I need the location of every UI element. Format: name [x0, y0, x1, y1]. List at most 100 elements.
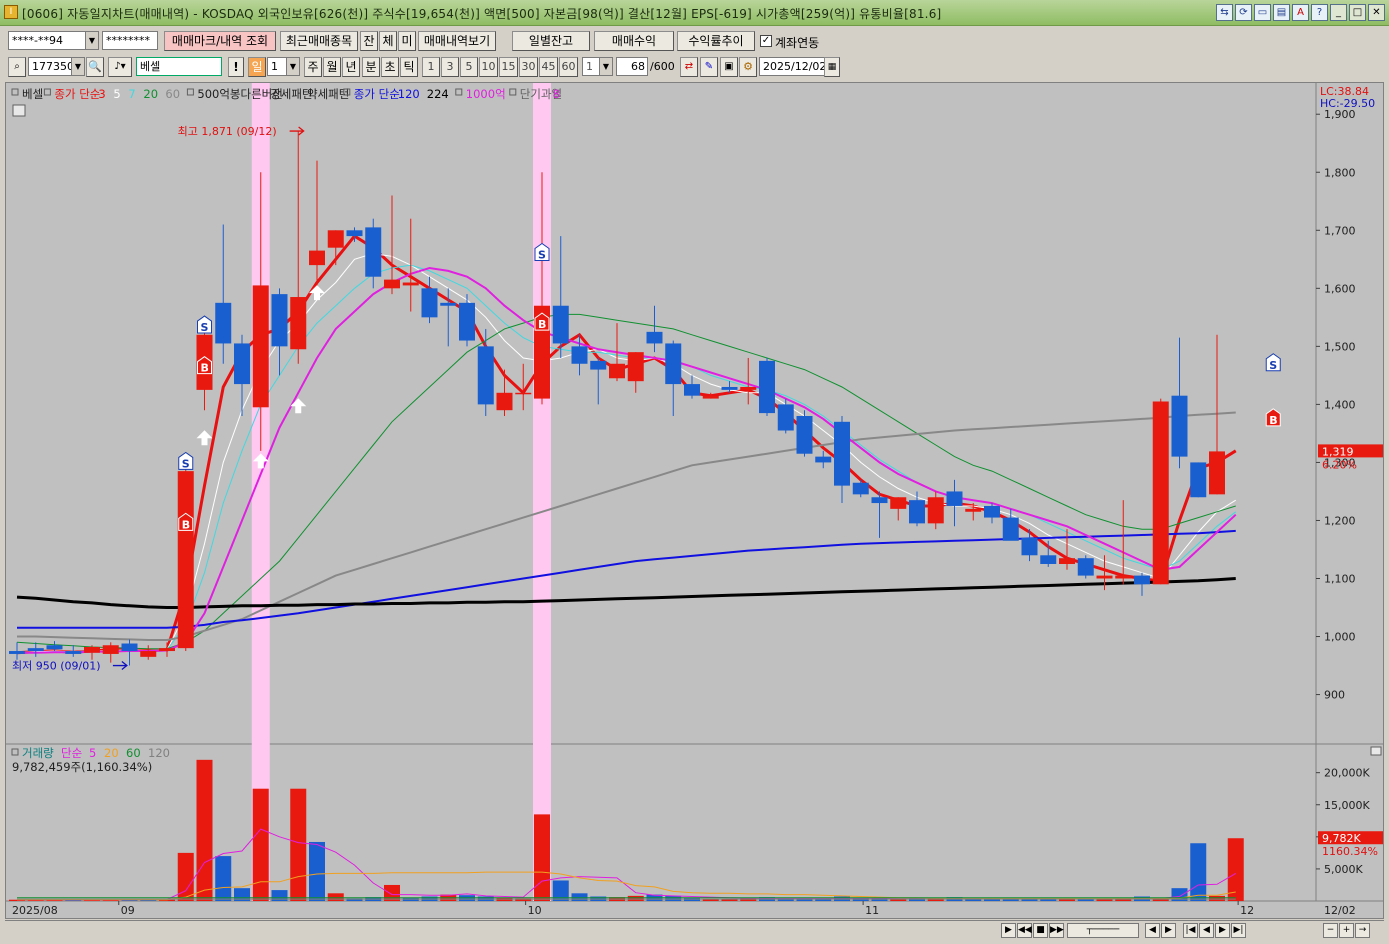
- period-month-button[interactable]: 월: [323, 57, 341, 77]
- unfilled-mi-button[interactable]: 미: [398, 31, 416, 51]
- trade-mark-button[interactable]: 매매마크/내역 조회: [164, 31, 276, 51]
- period-week-button[interactable]: 주: [304, 57, 322, 77]
- period-option-10[interactable]: 10: [479, 57, 498, 77]
- stop-icon[interactable]: ■: [1033, 923, 1048, 938]
- candle-42: [796, 410, 813, 457]
- volume-ma-label: 단순: [61, 746, 82, 760]
- candle-body-49: [927, 497, 944, 524]
- volume-title: 거래량: [22, 746, 54, 760]
- scroll-first-icon[interactable]: |◀: [1183, 923, 1198, 938]
- stock-name-field[interactable]: 베셀: [136, 57, 222, 76]
- period-year-button[interactable]: 년: [342, 57, 360, 77]
- title-bar: I [0606] 자동일지차트(매매내역) - KOSDAQ 외국인보유[626…: [0, 0, 1389, 26]
- candle-body-6: [121, 643, 138, 652]
- period-option-60[interactable]: 60: [559, 57, 578, 77]
- alert-icon[interactable]: !: [228, 57, 244, 77]
- scroll-next-icon[interactable]: ▶: [1215, 923, 1230, 938]
- link-account-checkbox[interactable]: ✓: [760, 35, 772, 47]
- stock-code-dropdown-icon[interactable]: ▼: [71, 57, 85, 76]
- candle-body-22: [421, 288, 438, 318]
- chart-area[interactable]: 1,900 1,800 1,700 1,600 1,500 1,400 1,300 1,200…: [5, 82, 1384, 919]
- layout-icon[interactable]: ▤: [1273, 4, 1290, 21]
- return-trend-button[interactable]: 수익률추이: [677, 31, 755, 51]
- candle-57: [1077, 555, 1094, 579]
- maximize-button[interactable]: □: [1349, 4, 1366, 21]
- chart-scrollbar[interactable]: ▶ ◀◀ ■ ▶▶ ┬───── ◀ ▶ |◀ ◀ ▶ ▶| − + →: [5, 920, 1384, 939]
- account-input[interactable]: ****-**94: [8, 31, 86, 50]
- period-option-1[interactable]: 1: [422, 57, 440, 77]
- search-icon[interactable]: 🔍: [86, 57, 104, 77]
- scroll-right-icon[interactable]: ▶: [1161, 923, 1176, 938]
- close-button[interactable]: ✕: [1368, 4, 1385, 21]
- rewind-icon[interactable]: ◀◀: [1017, 923, 1032, 938]
- stock-search-icon[interactable]: ⌕: [8, 57, 26, 77]
- stock-code-input[interactable]: 177350: [28, 57, 72, 76]
- volume-pane-collapse-icon: [1370, 746, 1382, 756]
- volume-legend-toggle-icon: [11, 748, 19, 756]
- zoom-out-button[interactable]: −: [1323, 923, 1338, 938]
- font-icon[interactable]: A: [1292, 4, 1309, 21]
- zoom-right-button[interactable]: →: [1355, 923, 1370, 938]
- speaker-icon[interactable]: ♪▾: [108, 57, 132, 77]
- volume-bar-15: [290, 788, 307, 901]
- volume-bar-63: [1190, 843, 1207, 901]
- bar-count-input[interactable]: 68: [616, 57, 648, 76]
- candle-body-41: [777, 404, 794, 431]
- date-input[interactable]: 2025/12/02: [759, 57, 825, 76]
- save-icon[interactable]: ▣: [720, 57, 738, 77]
- x-label-0: 2025/08: [12, 904, 58, 917]
- volume-bar-10: [196, 759, 213, 901]
- period-option-5[interactable]: 5: [460, 57, 478, 77]
- candle-body-23: [440, 302, 457, 306]
- candle-body-39: [740, 386, 757, 390]
- balance-jan-button[interactable]: 잔: [360, 31, 378, 51]
- filled-che-button[interactable]: 체: [379, 31, 397, 51]
- daily-balance-button[interactable]: 일별잔고: [512, 31, 590, 51]
- settings-gear-icon[interactable]: ⚙: [739, 57, 757, 77]
- chart-svg[interactable]: 1,9001,8001,7001,6001,5001,4001,3001,200…: [6, 83, 1384, 919]
- period-minute-button[interactable]: 분: [362, 57, 380, 77]
- screen-icon[interactable]: ▭: [1254, 4, 1271, 21]
- tool-pen-icon[interactable]: ✎: [700, 57, 718, 77]
- period-second-button[interactable]: 초: [381, 57, 399, 77]
- help-icon[interactable]: ?: [1311, 4, 1328, 21]
- password-input[interactable]: ********: [102, 31, 158, 50]
- period-option-45[interactable]: 45: [539, 57, 558, 77]
- candle-body-29: [552, 305, 569, 344]
- legend-overbought-value: 8: [553, 87, 560, 101]
- refresh-icon[interactable]: ⟳: [1235, 4, 1252, 21]
- legend-ma-period-2: 7: [128, 87, 135, 101]
- interval-input[interactable]: 1: [267, 57, 287, 76]
- candle-body-44: [834, 421, 850, 486]
- low-annotation: 최저 950 (09/01): [12, 660, 101, 673]
- candle-body-35: [665, 343, 682, 385]
- tool-arrows-icon[interactable]: ⇄: [680, 57, 698, 77]
- period-option-3[interactable]: 3: [441, 57, 459, 77]
- candle-body-57: [1077, 558, 1094, 576]
- trade-mark-s-6: S: [1269, 359, 1277, 372]
- play-icon[interactable]: ▶: [1001, 923, 1016, 938]
- scroll-last-icon[interactable]: ▶|: [1231, 923, 1246, 938]
- scroll-prev-icon[interactable]: ◀: [1199, 923, 1214, 938]
- scroll-left-icon[interactable]: ◀: [1145, 923, 1160, 938]
- link-window-icon[interactable]: ⇆: [1216, 4, 1233, 21]
- candle-body-51: [965, 508, 982, 512]
- app-icon: I: [4, 5, 18, 19]
- period-option-30[interactable]: 30: [519, 57, 538, 77]
- period-day-button[interactable]: 일: [248, 57, 266, 77]
- price-pane: [6, 83, 1316, 743]
- zoom-slider-icon[interactable]: ┬─────: [1067, 923, 1139, 938]
- minimize-button[interactable]: _: [1330, 4, 1347, 21]
- period-option-15[interactable]: 15: [499, 57, 518, 77]
- trade-history-button[interactable]: 매매내역보기: [418, 31, 496, 51]
- period-select-dropdown-icon[interactable]: ▼: [599, 57, 613, 76]
- account-dropdown-icon[interactable]: ▼: [85, 31, 99, 50]
- zoom-in-button[interactable]: +: [1339, 923, 1354, 938]
- period-select-input[interactable]: 1: [582, 57, 600, 76]
- interval-dropdown-icon[interactable]: ▼: [286, 57, 300, 76]
- period-tick-button[interactable]: 틱: [400, 57, 418, 77]
- calendar-icon[interactable]: ▦: [824, 57, 840, 77]
- trade-profit-button[interactable]: 매매수익: [594, 31, 674, 51]
- fast-forward-icon[interactable]: ▶▶: [1049, 923, 1064, 938]
- recent-trades-button[interactable]: 최근매매종목: [280, 31, 358, 51]
